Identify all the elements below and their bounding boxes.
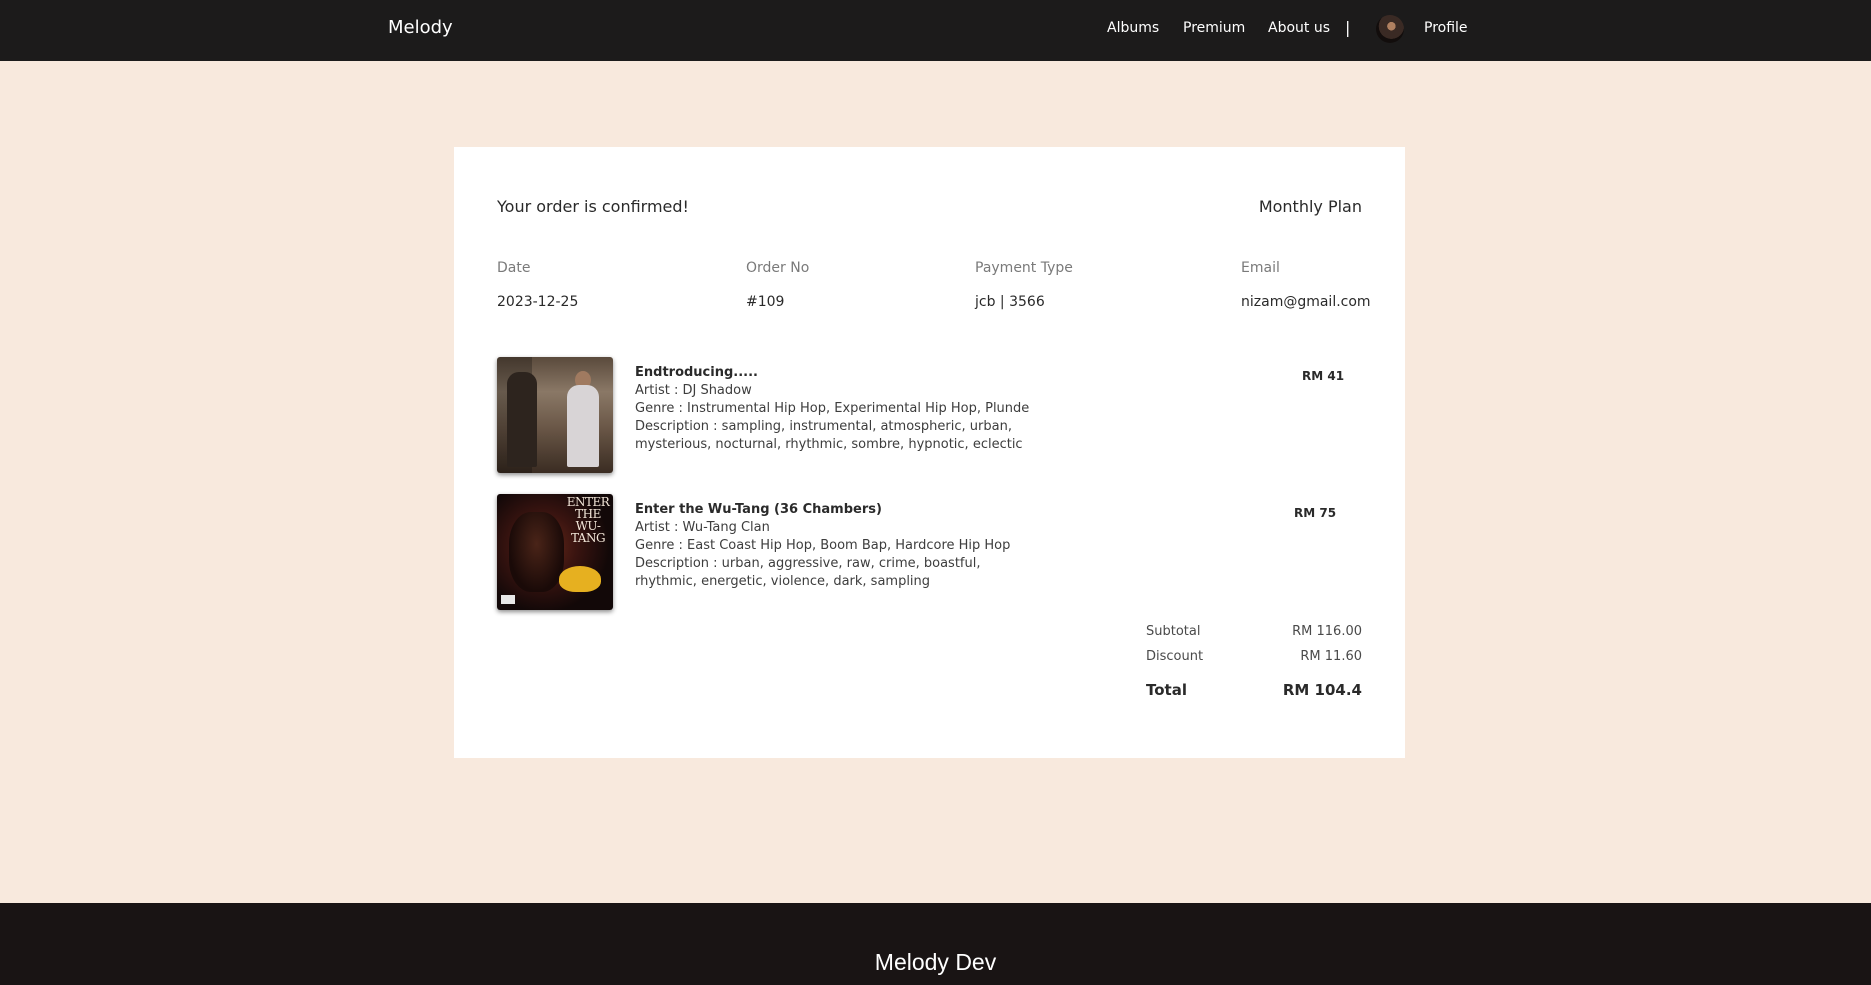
profile-avatar[interactable] bbox=[1376, 15, 1404, 43]
nav-separator: | bbox=[1345, 18, 1351, 37]
discount-label: Discount bbox=[1146, 649, 1204, 664]
payment-type-value: jcb | 3566 bbox=[975, 294, 1045, 310]
discount-value: RM 11.60 bbox=[1300, 649, 1362, 664]
order-number-label: Order No bbox=[746, 260, 810, 276]
email-label: Email bbox=[1241, 260, 1280, 276]
footer: Melody Dev bbox=[0, 903, 1871, 985]
album-genre: Genre : East Coast Hip Hop, Boom Bap, Ha… bbox=[635, 538, 1011, 553]
album-artist: Artist : DJ Shadow bbox=[635, 383, 752, 398]
date-label: Date bbox=[497, 260, 531, 276]
plan-name: Monthly Plan bbox=[1258, 197, 1362, 216]
album-cover-image bbox=[497, 357, 613, 473]
total-value: RM 104.4 bbox=[1282, 681, 1362, 699]
album-price: RM 75 bbox=[1294, 506, 1337, 520]
album-artist: Artist : Wu-Tang Clan bbox=[635, 520, 770, 535]
footer-brand: Melody Dev bbox=[874, 949, 997, 975]
brand-logo-link[interactable]: Melody bbox=[388, 17, 453, 38]
nav-premium-link[interactable]: Premium bbox=[1183, 20, 1245, 36]
album-description-continued: mysterious, nocturnal, rhythmic, sombre,… bbox=[635, 437, 1023, 452]
total-label: Total bbox=[1146, 681, 1187, 699]
album-title: Enter the Wu-Tang (36 Chambers) bbox=[635, 502, 882, 517]
nav-profile-link[interactable]: Profile bbox=[1424, 20, 1468, 36]
nav-albums-link[interactable]: Albums bbox=[1107, 20, 1159, 36]
subtotal-label: Subtotal bbox=[1146, 624, 1201, 639]
order-item: Endtroducing..... Artist : DJ Shadow Gen… bbox=[497, 357, 1362, 473]
album-description: Description : sampling, instrumental, at… bbox=[635, 419, 1012, 434]
album-title: Endtroducing..... bbox=[635, 365, 758, 380]
album-cover-image: ENTER THE WU-TANG bbox=[497, 494, 613, 610]
date-value: 2023-12-25 bbox=[497, 294, 579, 310]
nav-about-link[interactable]: About us bbox=[1268, 20, 1330, 36]
order-number-value: #109 bbox=[746, 294, 785, 310]
order-confirmed-heading: Your order is confirmed! bbox=[497, 197, 689, 216]
album-genre: Genre : Instrumental Hip Hop, Experiment… bbox=[635, 401, 1030, 416]
album-price: RM 41 bbox=[1302, 369, 1345, 383]
email-value: nizam@gmail.com bbox=[1241, 294, 1371, 310]
cover-title-art: ENTER THE WU-TANG bbox=[566, 495, 610, 545]
order-item-details: Enter the Wu-Tang (36 Chambers) Artist :… bbox=[635, 501, 1195, 591]
order-confirmation-card: Your order is confirmed! Monthly Plan Da… bbox=[454, 147, 1405, 758]
payment-type-label: Payment Type bbox=[975, 260, 1073, 276]
order-item: ENTER THE WU-TANG Enter the Wu-Tang (36 … bbox=[497, 494, 1362, 610]
album-description: Description : urban, aggressive, raw, cr… bbox=[635, 556, 981, 571]
navbar: Melody Albums Premium About us | Profile bbox=[0, 0, 1871, 61]
album-description-continued: rhythmic, energetic, violence, dark, sam… bbox=[635, 574, 931, 589]
order-item-details: Endtroducing..... Artist : DJ Shadow Gen… bbox=[635, 364, 1195, 454]
subtotal-value: RM 116.00 bbox=[1292, 624, 1362, 639]
